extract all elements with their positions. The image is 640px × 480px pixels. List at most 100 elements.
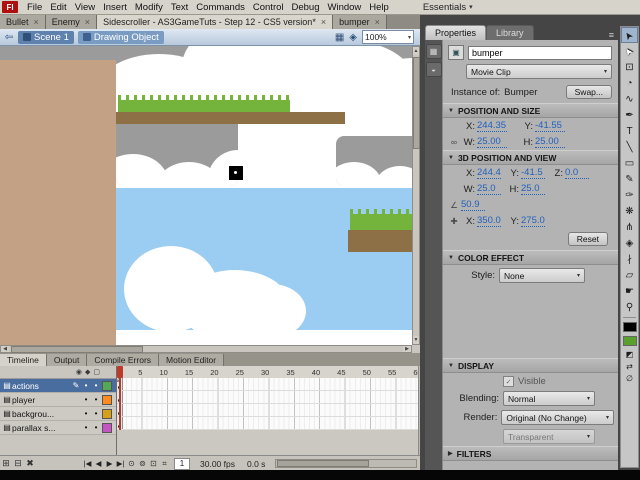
layer-lock-dot[interactable]: • — [91, 381, 101, 390]
free-transform-tool[interactable]: ⊡ — [621, 59, 638, 75]
doc-tab-bumper[interactable]: bumper × — [333, 15, 387, 29]
scroll-down-arrow[interactable]: ▼ — [413, 336, 419, 344]
layer-row-player[interactable]: ▤ player • • — [0, 393, 116, 407]
layer-row-actions[interactable]: ▤ actions ✎ • • — [0, 379, 116, 393]
scroll-right-arrow[interactable]: ▶ — [403, 346, 411, 352]
default-colors-icon[interactable]: ◩ — [621, 348, 638, 360]
layer-visibility-dot[interactable]: • — [81, 409, 91, 418]
tab-motion-editor[interactable]: Motion Editor — [159, 354, 224, 366]
close-icon[interactable]: × — [85, 17, 90, 27]
section-color-effect[interactable]: ▼ COLOR EFFECT — [443, 250, 618, 265]
tab-properties[interactable]: Properties — [425, 25, 486, 40]
brush-tool[interactable]: ✑ — [621, 187, 638, 203]
3d-x-value[interactable]: 244.4 — [477, 167, 501, 179]
swap-colors-icon[interactable]: ⇄ — [621, 360, 638, 372]
stroke-color-swatch[interactable] — [623, 322, 637, 332]
play-button[interactable]: ▶ — [104, 459, 115, 468]
pen-tool[interactable]: ✒ — [621, 107, 638, 123]
menu-edit[interactable]: Edit — [46, 2, 70, 13]
frame-row-player[interactable] — [117, 391, 418, 404]
tab-library[interactable]: Library — [486, 25, 534, 40]
outline-column-icon[interactable]: ▢ — [93, 368, 100, 376]
frame-row-actions[interactable]: a — [117, 378, 418, 391]
back-button[interactable]: ⇦ — [2, 32, 16, 43]
goto-first-frame-button[interactable]: |◀ — [82, 459, 93, 468]
edit-multiple-frames-button[interactable]: ⊡ — [148, 459, 159, 468]
layer-row-background[interactable]: ▤ backgrou... • • — [0, 407, 116, 421]
section-display[interactable]: ▼ DISPLAY — [443, 358, 618, 373]
tab-compile-errors[interactable]: Compile Errors — [87, 354, 159, 366]
docked-panel-icon-top[interactable]: ▦ — [426, 44, 442, 59]
scrollbar-thumb[interactable] — [413, 57, 420, 149]
onion-skin-outlines-button[interactable]: ⊚ — [137, 459, 148, 468]
x-value[interactable]: 244.35 — [477, 120, 507, 132]
selection-tool[interactable]: ➤ — [621, 27, 638, 43]
zoom-tool[interactable]: ⚲ — [621, 299, 638, 315]
menu-file[interactable]: File — [23, 2, 46, 13]
close-icon[interactable]: × — [34, 17, 39, 27]
menu-commands[interactable]: Commands — [192, 2, 249, 13]
edit-symbols-icon[interactable]: ◈ — [349, 32, 357, 43]
3d-z-value[interactable]: 0.0 — [565, 167, 589, 179]
onion-skin-button[interactable]: ⊙ — [126, 459, 137, 468]
docked-panel-icon-bottom[interactable]: ◒ — [426, 62, 442, 77]
lock-column-icon[interactable]: ◆ — [85, 368, 90, 376]
3d-w-value[interactable]: 25.0 — [477, 183, 501, 195]
text-tool[interactable]: T — [621, 123, 638, 139]
menu-debug[interactable]: Debug — [288, 2, 324, 13]
stage-horizontal-scrollbar[interactable]: ◀ ▶ — [0, 345, 412, 353]
modify-markers-button[interactable]: ⌗ — [159, 459, 170, 469]
new-layer-button[interactable]: ⊞ — [0, 458, 12, 469]
workspace-switcher[interactable]: Essentials ▾ — [419, 2, 477, 13]
layer-visibility-dot[interactable]: • — [81, 381, 91, 390]
tab-timeline[interactable]: Timeline — [0, 354, 47, 366]
frame-row-background[interactable] — [117, 404, 418, 417]
perspective-angle-value[interactable]: 50.9 — [461, 199, 485, 211]
pencil-tool[interactable]: ✎ — [621, 171, 638, 187]
menu-insert[interactable]: Insert — [99, 2, 131, 13]
section-filters[interactable]: ▶ FILTERS — [443, 446, 618, 461]
style-dropdown[interactable]: None ▾ — [499, 268, 585, 283]
new-folder-button[interactable]: ⊟ — [12, 458, 24, 469]
layer-visibility-dot[interactable]: • — [81, 423, 91, 432]
section-position-and-size[interactable]: ▼ POSITION AND SIZE — [443, 103, 618, 118]
bone-tool[interactable]: ⋔ — [621, 219, 638, 235]
scrollbar-thumb[interactable] — [11, 346, 143, 353]
menu-help[interactable]: Help — [365, 2, 393, 13]
line-tool[interactable]: ╲ — [621, 139, 638, 155]
stage-vertical-scrollbar[interactable]: ▲ ▼ — [412, 46, 420, 345]
scrollbar-thumb[interactable] — [277, 460, 369, 467]
menu-view[interactable]: View — [71, 2, 99, 13]
section-3d-position-and-view[interactable]: ▼ 3D POSITION AND VIEW — [443, 150, 618, 165]
scrollbar-track[interactable] — [9, 346, 403, 352]
lasso-tool[interactable]: ∿ — [621, 91, 638, 107]
menu-modify[interactable]: Modify — [131, 2, 167, 13]
scroll-left-arrow[interactable]: ◀ — [1, 346, 9, 352]
swap-button[interactable]: Swap... — [566, 85, 612, 99]
h-value[interactable]: 25.00 — [535, 136, 565, 148]
layer-outline-swatch[interactable] — [102, 409, 112, 419]
subselection-tool[interactable]: ➤ — [621, 43, 638, 59]
y-value[interactable]: -41.55 — [535, 120, 565, 132]
hand-tool[interactable]: ☛ — [621, 283, 638, 299]
layer-lock-dot[interactable]: • — [91, 409, 101, 418]
close-icon[interactable]: × — [375, 17, 380, 27]
scroll-up-arrow[interactable]: ▲ — [413, 47, 419, 55]
playhead-marker[interactable] — [117, 366, 123, 378]
no-color-icon[interactable]: ∅ — [621, 372, 638, 384]
zoom-control[interactable]: 100% ▾ — [362, 30, 414, 44]
constrain-link-icon[interactable]: ∞ — [447, 137, 461, 147]
close-icon[interactable]: × — [321, 17, 326, 27]
vanishing-x-value[interactable]: 350.0 — [477, 215, 501, 227]
blending-dropdown[interactable]: Normal ▾ — [503, 391, 595, 406]
breadcrumb-scene[interactable]: Scene 1 — [18, 31, 74, 44]
frame-grid[interactable]: a — [117, 378, 418, 430]
layer-lock-dot[interactable]: • — [91, 423, 101, 432]
timeline-horizontal-scrollbar[interactable] — [275, 459, 417, 468]
goto-last-frame-button[interactable]: ▶| — [115, 459, 126, 468]
instance-name-input[interactable] — [468, 46, 612, 60]
layer-row-parallax[interactable]: ▤ parallax s... • • — [0, 421, 116, 435]
3d-h-value[interactable]: 25.0 — [521, 183, 545, 195]
scrollbar-track[interactable] — [413, 55, 419, 336]
frame-row-parallax[interactable] — [117, 417, 418, 430]
